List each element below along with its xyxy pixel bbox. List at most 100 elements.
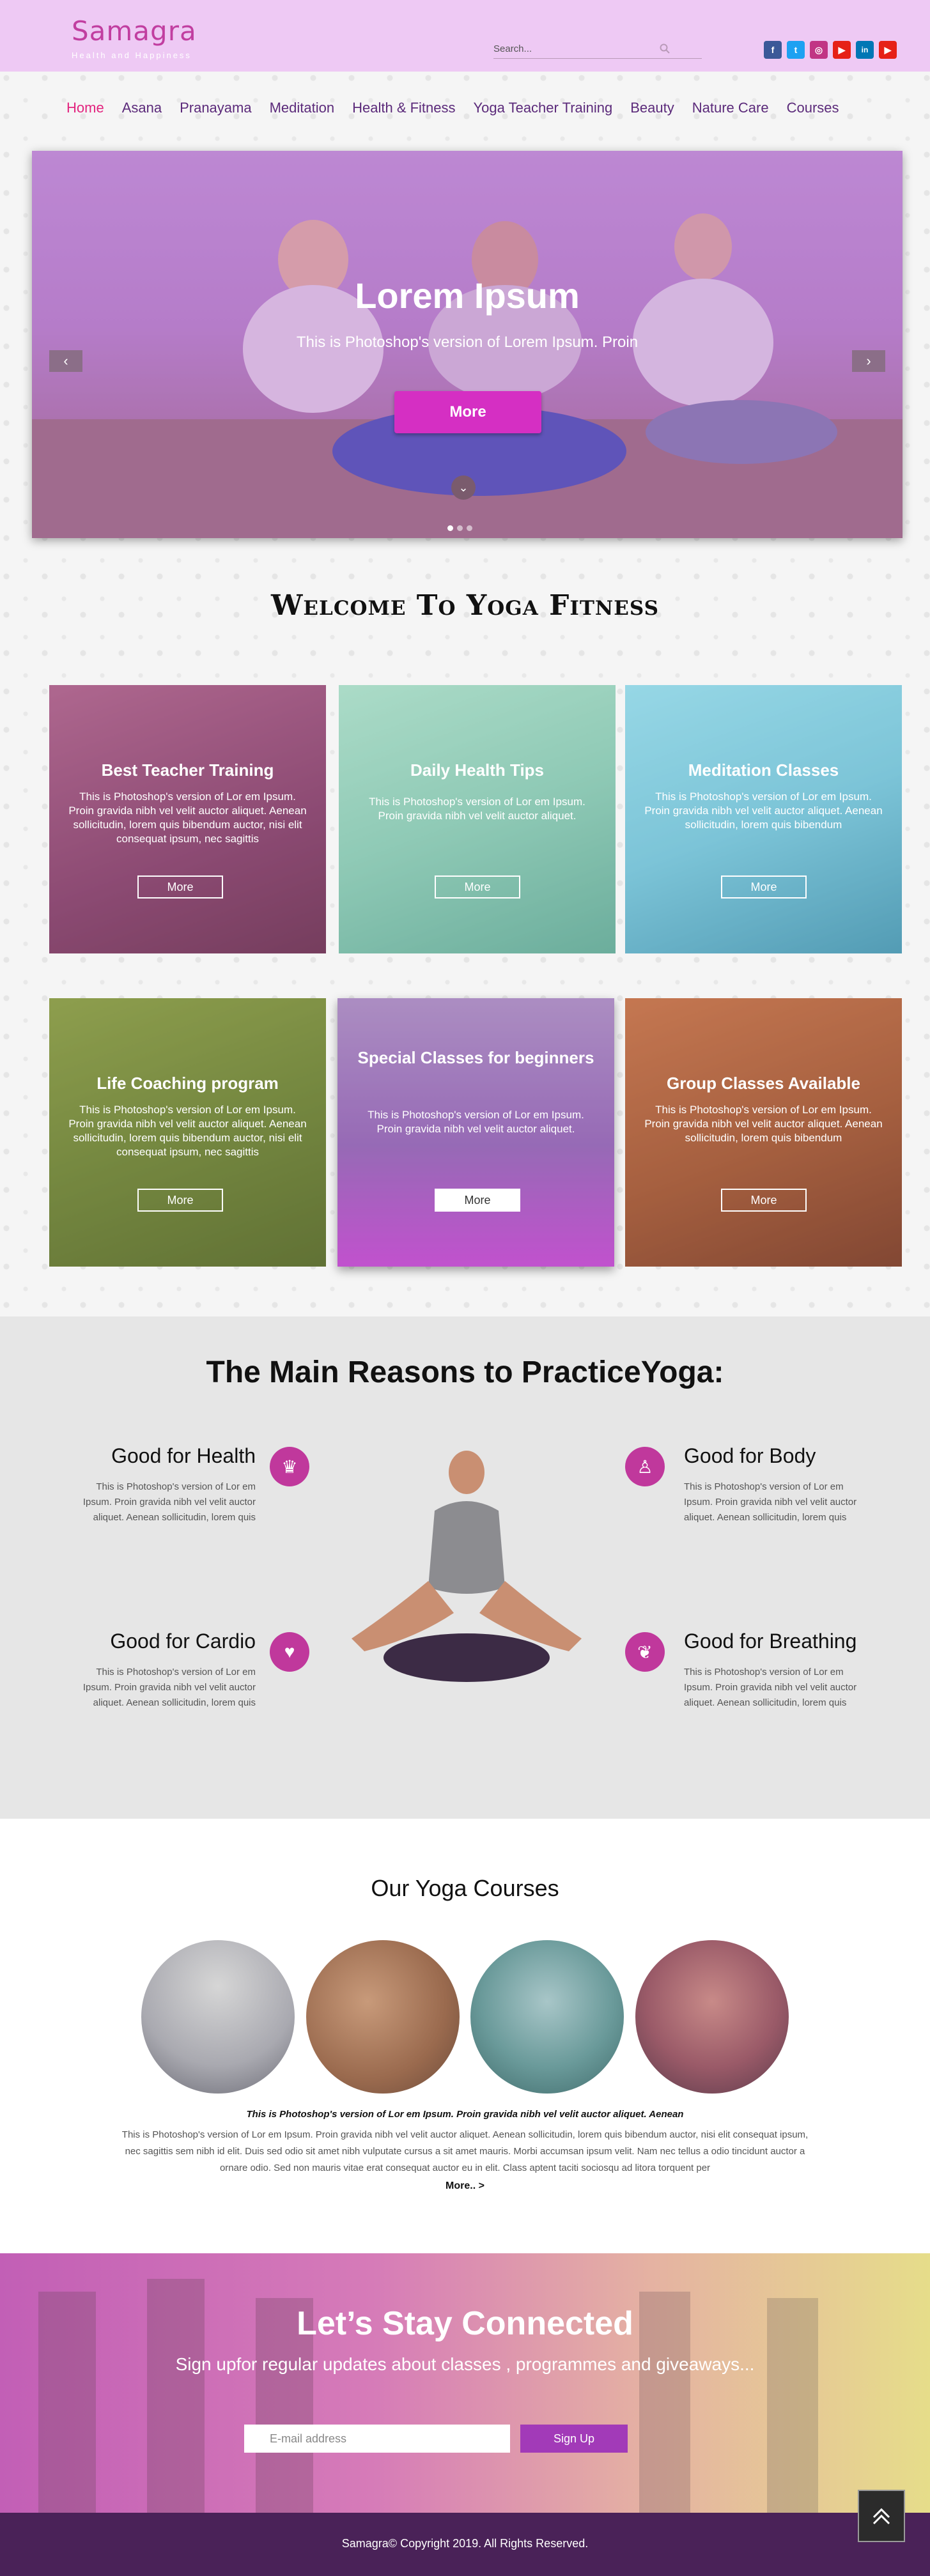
reasons-section: The Main Reasons to PracticeYoga: Good f… [0, 1316, 930, 1819]
lungs-icon: ❦ [625, 1632, 665, 1672]
reason-title: Good for Cardio [110, 1630, 256, 1653]
back-to-top-button[interactable] [858, 2490, 905, 2542]
card-life-coaching[interactable]: Life Coaching program This is Photoshop'… [49, 998, 326, 1267]
card-title: Best Teacher Training [101, 760, 274, 780]
card-title: Special Classes for beginners [357, 1048, 594, 1067]
reason-body: Good for Body This is Photoshop's versio… [684, 1444, 869, 1525]
slider-dots [447, 525, 472, 531]
logo[interactable]: Samagra Health and Happiness [72, 15, 197, 60]
card-special-classes[interactable]: Special Classes for beginners This is Ph… [337, 998, 614, 1267]
chevron-right-icon: › [866, 353, 871, 369]
card-more-button[interactable]: More [435, 1189, 520, 1212]
card-text: This is Photoshop's version of Lor em Ip… [68, 1104, 307, 1158]
youtube-alt-icon[interactable]: ▶ [879, 41, 897, 59]
reason-title: Good for Breathing [684, 1630, 857, 1653]
nav-item-beauty[interactable]: Beauty [630, 100, 674, 116]
reason-text: This is Photoshop's version of Lor em Ip… [82, 1481, 256, 1523]
hero-slider: Lorem Ipsum This is Photoshop's version … [32, 151, 903, 538]
card-meditation-classes[interactable]: Meditation Classes This is Photoshop's v… [625, 685, 902, 953]
reason-cardio: Good for Cardio This is Photoshop's vers… [70, 1630, 256, 1711]
twitter-icon[interactable]: t [787, 41, 805, 59]
social-links: f t ◎ ▶ in ▶ [764, 41, 897, 59]
nav-item-meditation[interactable]: Meditation [270, 100, 335, 116]
card-text: This is Photoshop's version of Lor em Ip… [644, 1104, 883, 1144]
card-group-classes[interactable]: Group Classes Available This is Photosho… [625, 998, 902, 1267]
courses-title: Our Yoga Courses [371, 1875, 559, 1901]
scroll-down-button[interactable]: ⌄ [451, 475, 476, 500]
reason-text: This is Photoshop's version of Lor em Ip… [684, 1481, 857, 1523]
card-title: Life Coaching program [97, 1074, 279, 1093]
card-more-button[interactable]: More [435, 875, 520, 899]
nav-item-asana[interactable]: Asana [122, 100, 162, 116]
card-more-button[interactable]: More [721, 1189, 807, 1212]
youtube-icon[interactable]: ▶ [833, 41, 851, 59]
reasons-title: The Main Reasons to PracticeYoga: [206, 1355, 724, 1389]
courses-more-link[interactable]: More.. > [0, 2180, 930, 2192]
logo-title: Samagra [72, 15, 197, 47]
chevron-left-icon: ‹ [63, 353, 68, 369]
nav-item-courses[interactable]: Courses [787, 100, 839, 116]
reason-title: Good for Health [111, 1444, 256, 1467]
card-teacher-training[interactable]: Best Teacher Training This is Photoshop'… [49, 685, 326, 953]
nav-item-nature-care[interactable]: Nature Care [692, 100, 769, 116]
slider-dot[interactable] [447, 525, 453, 531]
newsletter-title: Let’s Stay Connected [297, 2305, 633, 2342]
card-title: Daily Health Tips [410, 760, 545, 780]
course-image[interactable] [141, 1940, 295, 2094]
nav-item-yoga-teacher-training[interactable]: Yoga Teacher Training [474, 100, 613, 116]
logo-tagline: Health and Happiness [72, 50, 192, 60]
main-nav: Home Asana Pranayama Meditation Health &… [66, 100, 857, 116]
nav-item-pranayama[interactable]: Pranayama [180, 100, 252, 116]
reason-text: This is Photoshop's version of Lor em Ip… [82, 1667, 256, 1708]
slider-prev-button[interactable]: ‹ [49, 350, 82, 372]
hero-subtitle: This is Photoshop's version of Lorem Ips… [296, 334, 639, 351]
body-icon: ♙ [625, 1447, 665, 1486]
slider-dot[interactable] [457, 525, 463, 531]
search-input[interactable] [493, 40, 666, 58]
meditating-woman-image [352, 1451, 582, 1682]
slider-dot[interactable] [467, 525, 472, 531]
course-image[interactable] [470, 1940, 624, 2094]
facebook-icon[interactable]: f [764, 41, 782, 59]
reason-breathing: Good for Breathing This is Photoshop's v… [684, 1630, 869, 1711]
courses-body: This is Photoshop's version of Lor em Ip… [121, 2129, 809, 2173]
card-text: This is Photoshop's version of Lor em Ip… [644, 791, 883, 831]
heart-icon: ♥ [270, 1632, 309, 1672]
welcome-title: Welcome To Yoga Fitness [271, 589, 659, 622]
reason-title: Good for Body [684, 1444, 816, 1467]
course-image[interactable] [635, 1940, 789, 2094]
site-header: Samagra Health and Happiness f t ◎ ▶ in … [0, 0, 930, 72]
crown-icon: ♛ [270, 1447, 309, 1486]
nav-item-home[interactable]: Home [66, 100, 104, 116]
search-icon[interactable] [660, 43, 670, 54]
card-daily-health-tips[interactable]: Daily Health Tips This is Photoshop's ve… [339, 685, 616, 953]
hero-more-button[interactable]: More [394, 391, 541, 433]
card-text: This is Photoshop's version of Lor em Ip… [369, 796, 585, 822]
reason-text: This is Photoshop's version of Lor em Ip… [684, 1667, 857, 1708]
card-more-button[interactable]: More [721, 875, 807, 899]
courses-lead: This is Photoshop's version of Lor em Ip… [246, 2109, 684, 2120]
newsletter-section: Let’s Stay Connected Sign upfor regular … [0, 2253, 930, 2513]
double-chevron-up-icon [872, 2508, 890, 2525]
newsletter-subtitle: Sign upfor regular updates about classes… [175, 2354, 755, 2374]
reason-health: Good for Health This is Photoshop's vers… [70, 1444, 256, 1525]
course-image[interactable] [306, 1940, 460, 2094]
email-input[interactable] [244, 2425, 510, 2453]
linkedin-icon[interactable]: in [856, 41, 874, 59]
card-title: Group Classes Available [667, 1074, 860, 1093]
slider-next-button[interactable]: › [852, 350, 885, 372]
newsletter-background-image [38, 2279, 818, 2513]
card-text: This is Photoshop's version of Lor em Ip… [368, 1109, 584, 1135]
search-box [493, 40, 702, 59]
site-footer: Samagra© Copyright 2019. All Rights Rese… [0, 2513, 930, 2576]
card-text: This is Photoshop's version of Lor em Ip… [68, 791, 307, 845]
card-more-button[interactable]: More [137, 1189, 223, 1212]
hero-title: Lorem Ipsum [355, 275, 580, 316]
card-title: Meditation Classes [688, 760, 839, 780]
chevron-down-icon: ⌄ [458, 481, 469, 494]
card-more-button[interactable]: More [137, 875, 223, 899]
nav-item-health-fitness[interactable]: Health & Fitness [352, 100, 455, 116]
instagram-icon[interactable]: ◎ [810, 41, 828, 59]
signup-button[interactable]: Sign Up [520, 2425, 628, 2453]
copyright-text: Samagra© Copyright 2019. All Rights Rese… [341, 2537, 589, 2550]
